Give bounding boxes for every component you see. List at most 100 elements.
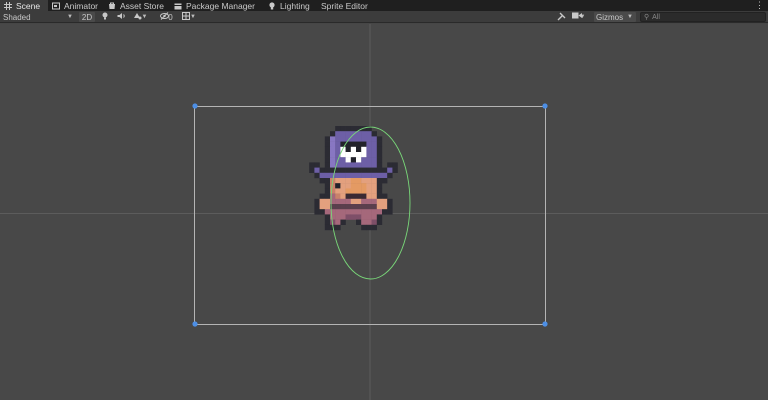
sprite-pixel <box>366 152 372 158</box>
sprite-pixel <box>376 183 383 189</box>
tab-sprite-editor[interactable]: Sprite Editor <box>321 0 368 11</box>
sprite-pixel <box>345 172 351 179</box>
sprite-pixel <box>340 136 346 142</box>
sprite-pixel <box>371 193 377 199</box>
tab-label: Scene <box>16 0 41 11</box>
grid-icon <box>4 1 12 10</box>
rect-handle-top-left[interactable] <box>192 103 198 109</box>
sprite-pixel <box>366 219 372 225</box>
sprite-pixel <box>324 183 331 189</box>
sprite-pixel <box>361 219 367 225</box>
chevron-down-icon: ▼ <box>141 14 148 20</box>
sprite-pixel <box>340 183 346 189</box>
sprite-pixel <box>366 136 372 142</box>
sprite-pixel <box>340 214 346 220</box>
light-icon <box>268 1 276 10</box>
tab-label: Package Manager <box>186 0 255 11</box>
sprite-pixel <box>335 214 341 220</box>
sprite-pixel <box>387 162 393 168</box>
sprite-pixel <box>324 152 331 158</box>
sprite-pixel <box>314 162 320 168</box>
sprite-pixel <box>350 204 357 210</box>
sprite-pixel <box>314 198 320 205</box>
sprite-pixel <box>356 188 362 194</box>
sprite-pixel <box>350 152 357 158</box>
rect-handle-bottom-left[interactable] <box>192 321 198 327</box>
sprite-pixel <box>361 172 367 179</box>
sprite-pixel <box>345 214 351 220</box>
sprite-pixel <box>366 172 372 179</box>
camera-dropdown[interactable]: ▼ <box>572 12 594 22</box>
sprite-pixel <box>392 167 398 173</box>
sprite-pixel <box>345 183 351 189</box>
effects-dropdown[interactable]: ▼ <box>133 12 157 22</box>
sprite-pixel <box>309 162 315 168</box>
sprite-pixel <box>366 167 372 173</box>
gizmos-dropdown[interactable]: Gizmos ▼ <box>594 12 636 22</box>
gizmos-label: Gizmos <box>596 12 624 22</box>
sprite-pixel <box>392 162 398 168</box>
draw-mode-dropdown[interactable]: Shaded ▼ <box>0 12 76 22</box>
sprite-pixel <box>335 183 341 189</box>
lighting-toggle-icon[interactable] <box>101 12 113 22</box>
sprite-pixel <box>335 198 341 205</box>
sprite-pixel <box>356 136 362 142</box>
sprite-pixel <box>356 162 362 168</box>
rect-handle-bottom-right[interactable] <box>542 321 548 327</box>
animator-icon <box>52 2 60 10</box>
sprite-pixel <box>376 136 383 142</box>
tab-scene[interactable]: Scene <box>0 0 48 11</box>
grid-dropdown[interactable]: ▼ <box>182 12 204 22</box>
tab-lighting[interactable]: Lighting <box>268 0 310 11</box>
tab-asset-store[interactable]: Asset Store <box>108 0 164 11</box>
sprite-pixel <box>361 224 367 231</box>
sprite-pixel <box>330 157 336 163</box>
sprite-pixel <box>371 224 377 231</box>
sprite-pixel <box>371 183 377 189</box>
search-placeholder: All <box>652 13 660 21</box>
sprite-pixel <box>350 126 357 132</box>
rect-handle-top-right[interactable] <box>542 103 548 109</box>
sprite-pixel <box>324 172 331 179</box>
sprite-pixel <box>366 162 372 168</box>
sprite-pixel <box>376 214 383 220</box>
sprite-pixel <box>319 193 325 199</box>
sprite-pixel <box>371 131 377 137</box>
sprite-pixel <box>361 183 367 189</box>
sprite-pixel <box>345 209 351 215</box>
kebab-menu-icon[interactable]: ⋮ <box>755 0 764 11</box>
sprite-pixel <box>356 193 362 199</box>
sprite-pixel <box>371 214 377 220</box>
scene-visibility-toggle[interactable]: 0 <box>160 12 180 22</box>
sprite-pixel <box>345 162 351 168</box>
sprite-pixel <box>330 131 336 137</box>
sprite-pixel <box>319 167 325 173</box>
sprite-pixel <box>366 157 372 163</box>
sprite-pixel <box>335 172 341 179</box>
toggle-2d-button[interactable]: 2D <box>79 12 95 22</box>
tab-package-manager[interactable]: Package Manager <box>174 0 255 11</box>
sprite-pixel <box>356 198 362 205</box>
sprite-pixel <box>376 188 383 194</box>
sprite-pixel <box>335 204 341 210</box>
pirate-sprite[interactable] <box>309 126 398 231</box>
sprite-pixel <box>319 178 325 184</box>
tools-icon[interactable] <box>557 12 569 22</box>
audio-toggle-icon[interactable] <box>117 12 129 22</box>
sprite-pixel <box>350 136 357 142</box>
scene-viewport[interactable] <box>0 24 768 400</box>
sprite-pixel <box>350 141 357 147</box>
sprite-pixel <box>382 198 388 205</box>
search-input[interactable]: ⚲ All <box>640 12 766 22</box>
tab-animator[interactable]: Animator <box>52 0 98 11</box>
sprite-pixel <box>361 141 367 147</box>
sprite-pixel <box>340 172 346 179</box>
sprite-pixel <box>350 183 357 189</box>
sprite-pixel <box>314 167 320 173</box>
sprite-pixel <box>350 209 357 215</box>
sprite-pixel <box>366 178 372 184</box>
sprite-pixel <box>345 126 351 132</box>
sprite-pixel <box>335 146 341 153</box>
sprite-pixel <box>319 172 325 179</box>
draw-mode-label: Shaded <box>3 12 31 22</box>
